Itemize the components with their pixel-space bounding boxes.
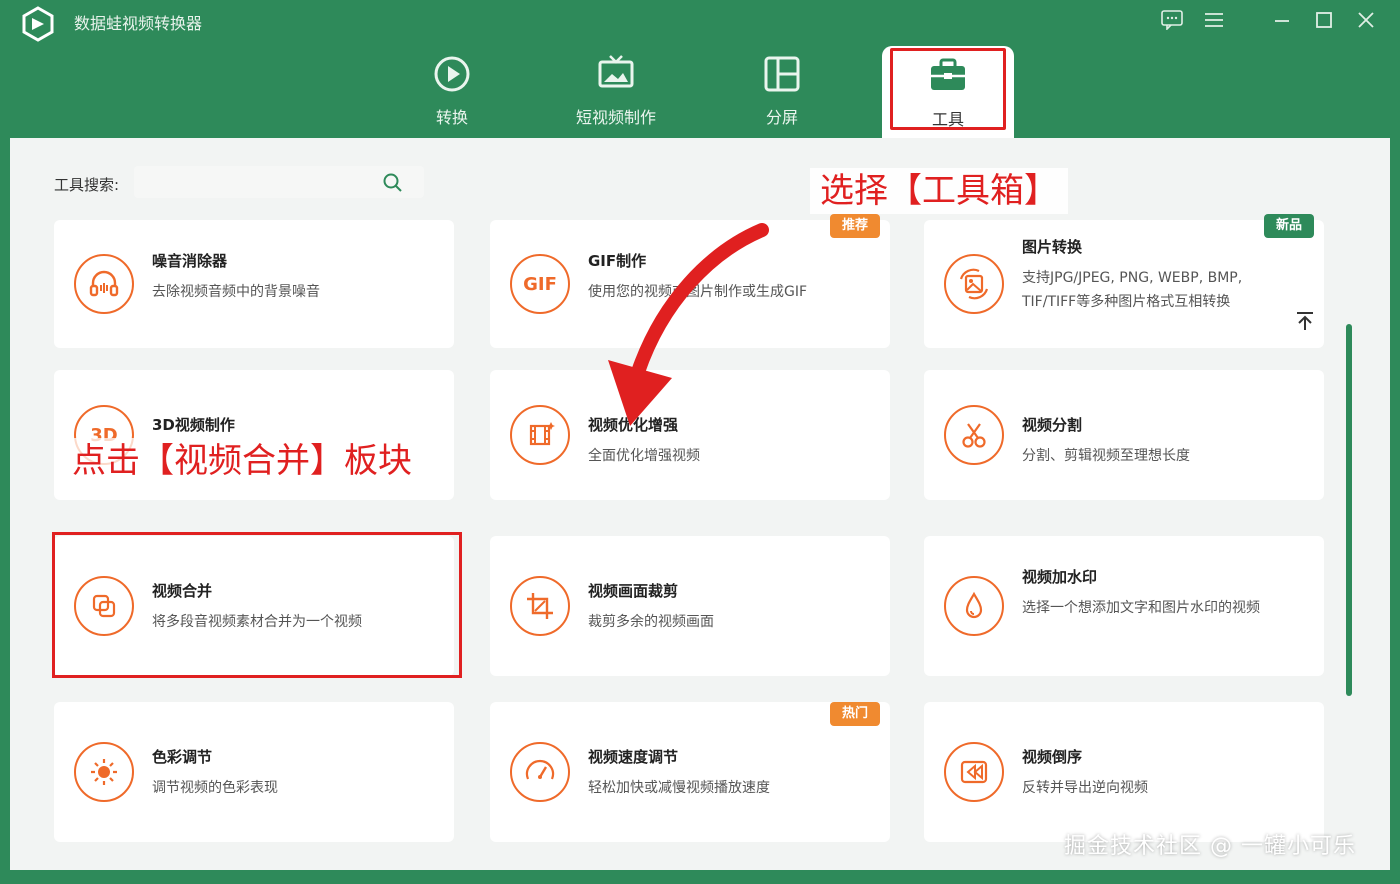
minimize-button[interactable] <box>1268 6 1296 34</box>
watermark-drop-icon <box>944 576 1004 636</box>
tool-desc: 将多段音视频素材合并为一个视频 <box>152 614 362 630</box>
tool-title: 视频优化增强 <box>588 416 679 434</box>
convert-icon <box>434 56 470 92</box>
tool-title: 3D视频制作 <box>152 416 235 434</box>
scroll-to-top-icon[interactable] <box>1294 310 1316 332</box>
search-icon[interactable] <box>382 172 404 194</box>
tab-label: 短视频制作 <box>575 108 656 127</box>
tool-card-video-crop[interactable]: 视频画面裁剪 裁剪多余的视频画面 <box>490 536 890 676</box>
search-label: 工具搜索: <box>54 176 120 194</box>
tool-desc: 调节视频的色彩表现 <box>152 780 278 796</box>
tool-title: 视频合并 <box>152 582 213 600</box>
speedometer-icon <box>510 742 570 802</box>
tool-card-video-watermark[interactable]: 视频加水印 选择一个想添加文字和图片水印的视频 <box>924 536 1324 676</box>
tool-title: GIF制作 <box>588 252 647 270</box>
film-enhance-icon <box>510 405 570 465</box>
tool-title: 视频画面裁剪 <box>588 582 679 600</box>
tool-card-color-adjust[interactable]: 色彩调节 调节视频的色彩表现 <box>54 702 454 842</box>
tool-title: 色彩调节 <box>152 748 213 766</box>
toolbox-icon <box>931 58 965 90</box>
tool-desc: 支持JPG/JPEG, PNG, WEBP, BMP, TIF/TIFF等多种图… <box>1022 270 1243 310</box>
tab-label: 转换 <box>435 108 468 127</box>
gif-icon: GIF <box>510 254 570 314</box>
tab-tools[interactable]: 工具 <box>882 46 1014 138</box>
tool-desc: 分割、剪辑视频至理想长度 <box>1022 448 1190 464</box>
tab-short-video[interactable]: 短视频制作 <box>566 52 666 136</box>
title-bar: 数据蛙视频转换器 <box>0 0 1400 44</box>
search-input[interactable] <box>134 166 424 198</box>
tool-desc: 选择一个想添加文字和图片水印的视频 <box>1022 600 1260 616</box>
feedback-icon[interactable] <box>1158 6 1186 34</box>
close-button[interactable] <box>1352 6 1380 34</box>
tool-desc: 反转并导出逆向视频 <box>1022 780 1148 796</box>
tab-split-screen[interactable]: 分屏 <box>740 52 824 136</box>
tool-card-image-convert[interactable]: 新品 图片转换 支持JPG/JPEG, PNG, WEBP, BMP, TIF/… <box>924 214 1324 348</box>
tool-card-video-enhance[interactable]: 视频优化增强 全面优化增强视频 <box>490 370 890 500</box>
app-title: 数据蛙视频转换器 <box>74 14 203 33</box>
annotation-click-merge: 点击【视频合并】板块 <box>66 438 418 484</box>
tool-title: 视频加水印 <box>1022 568 1098 586</box>
tool-desc: 使用您的视频或图片制作或生成GIF <box>588 284 808 300</box>
watermark-text: 掘金技术社区 @ 一罐小可乐 <box>1064 834 1356 859</box>
rewind-icon <box>944 742 1004 802</box>
headphones-icon <box>74 254 134 314</box>
recommend-badge: 推荐 <box>829 214 880 238</box>
tool-desc: 去除视频音频中的背景噪音 <box>152 284 320 300</box>
tab-label: 分屏 <box>765 108 798 127</box>
new-badge: 新品 <box>1263 214 1314 238</box>
sun-color-icon <box>74 742 134 802</box>
scissors-icon <box>944 405 1004 465</box>
crop-icon <box>510 576 570 636</box>
tool-card-video-reverse[interactable]: 视频倒序 反转并导出逆向视频 <box>924 702 1324 842</box>
menu-icon[interactable] <box>1200 6 1228 34</box>
tool-title: 图片转换 <box>1022 238 1083 256</box>
tool-desc: 裁剪多余的视频画面 <box>588 614 714 630</box>
tool-title: 视频倒序 <box>1022 748 1083 766</box>
app-logo-icon <box>22 6 54 42</box>
tool-card-video-merge[interactable]: 视频合并 将多段音视频素材合并为一个视频 <box>54 536 454 676</box>
tool-card-gif-maker[interactable]: 推荐 GIF GIF制作 使用您的视频或图片制作或生成GIF <box>490 214 890 348</box>
annotation-select-toolbox: 选择【工具箱】 <box>810 168 1068 214</box>
maximize-button[interactable] <box>1310 6 1338 34</box>
tool-card-speed-adjust[interactable]: 热门 视频速度调节 轻松加快或减慢视频播放速度 <box>490 702 890 842</box>
tab-convert[interactable]: 转换 <box>410 52 494 136</box>
tool-desc: 全面优化增强视频 <box>588 448 700 464</box>
scrollbar[interactable] <box>1346 324 1352 696</box>
merge-icon <box>74 576 134 636</box>
tool-card-video-split[interactable]: 视频分割 分割、剪辑视频至理想长度 <box>924 370 1324 500</box>
hot-badge: 热门 <box>829 702 880 726</box>
tab-label: 工具 <box>931 110 964 129</box>
split-screen-icon <box>764 56 800 92</box>
tools-panel: 工具搜索: 噪音消除器 去除视频音频中的背景噪音 推荐 GIF GIF制作 使用… <box>10 138 1390 870</box>
image-convert-icon <box>944 254 1004 314</box>
tool-title: 视频分割 <box>1022 416 1083 434</box>
tv-icon <box>598 55 634 88</box>
tool-title: 视频速度调节 <box>588 748 679 766</box>
tool-title: 噪音消除器 <box>152 252 228 270</box>
tool-card-noise-remover[interactable]: 噪音消除器 去除视频音频中的背景噪音 <box>54 220 454 348</box>
tool-desc: 轻松加快或减慢视频播放速度 <box>588 780 770 796</box>
